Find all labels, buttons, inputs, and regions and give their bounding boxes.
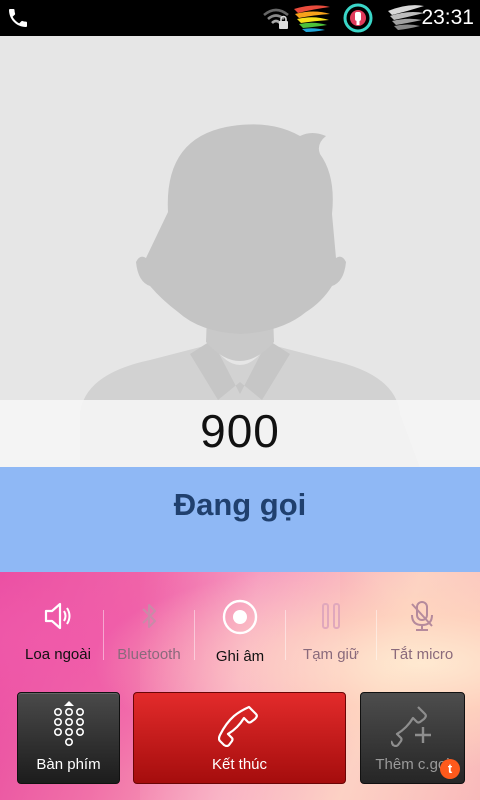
clock: 23:31 — [421, 6, 474, 29]
add-call-icon — [391, 706, 431, 747]
notification-badge-icon — [343, 3, 373, 33]
phone-call-icon — [9, 9, 27, 27]
notification-badge: t — [440, 759, 460, 779]
call-control-panel: Loa ngoài Bluetooth Ghi âm Tạm giữ Tắt m… — [0, 572, 480, 800]
record-toggle[interactable]: Ghi âm — [194, 598, 286, 678]
keypad-label: Bàn phím — [36, 756, 101, 773]
hold-label: Tạm giữ — [303, 646, 359, 663]
microphone-mute-icon — [411, 601, 433, 631]
mute-toggle[interactable]: Tắt micro — [376, 598, 468, 678]
call-status-text: Đang gọi — [173, 487, 307, 522]
call-status-band: Đang gọi — [0, 467, 480, 572]
bluetooth-toggle[interactable]: Bluetooth — [103, 598, 195, 678]
bluetooth-label: Bluetooth — [117, 646, 181, 663]
phone-number: 900 — [200, 405, 280, 457]
keypad-button[interactable]: Bàn phím — [17, 692, 120, 784]
record-label: Ghi âm — [215, 648, 265, 665]
record-icon — [222, 599, 258, 635]
handset-icon — [218, 705, 258, 747]
end-call-button[interactable]: Kết thúc — [133, 692, 346, 784]
add-call-button[interactable]: Thêm c.gọi t — [360, 692, 465, 784]
mute-label: Tắt micro — [390, 646, 454, 663]
speaker-toggle[interactable]: Loa ngoài — [12, 598, 104, 678]
keypad-icon — [53, 701, 84, 746]
silver-wing-icon — [388, 5, 424, 30]
speaker-icon — [44, 602, 71, 630]
pause-icon — [322, 603, 340, 629]
hold-toggle[interactable]: Tạm giữ — [285, 598, 377, 678]
status-bar: 23:31 — [0, 0, 480, 36]
colorful-wing-icon — [294, 5, 330, 32]
bluetooth-icon — [142, 604, 156, 628]
wifi-lock-icon — [263, 8, 289, 29]
end-call-label: Kết thúc — [211, 756, 268, 773]
speaker-label: Loa ngoài — [25, 646, 91, 663]
